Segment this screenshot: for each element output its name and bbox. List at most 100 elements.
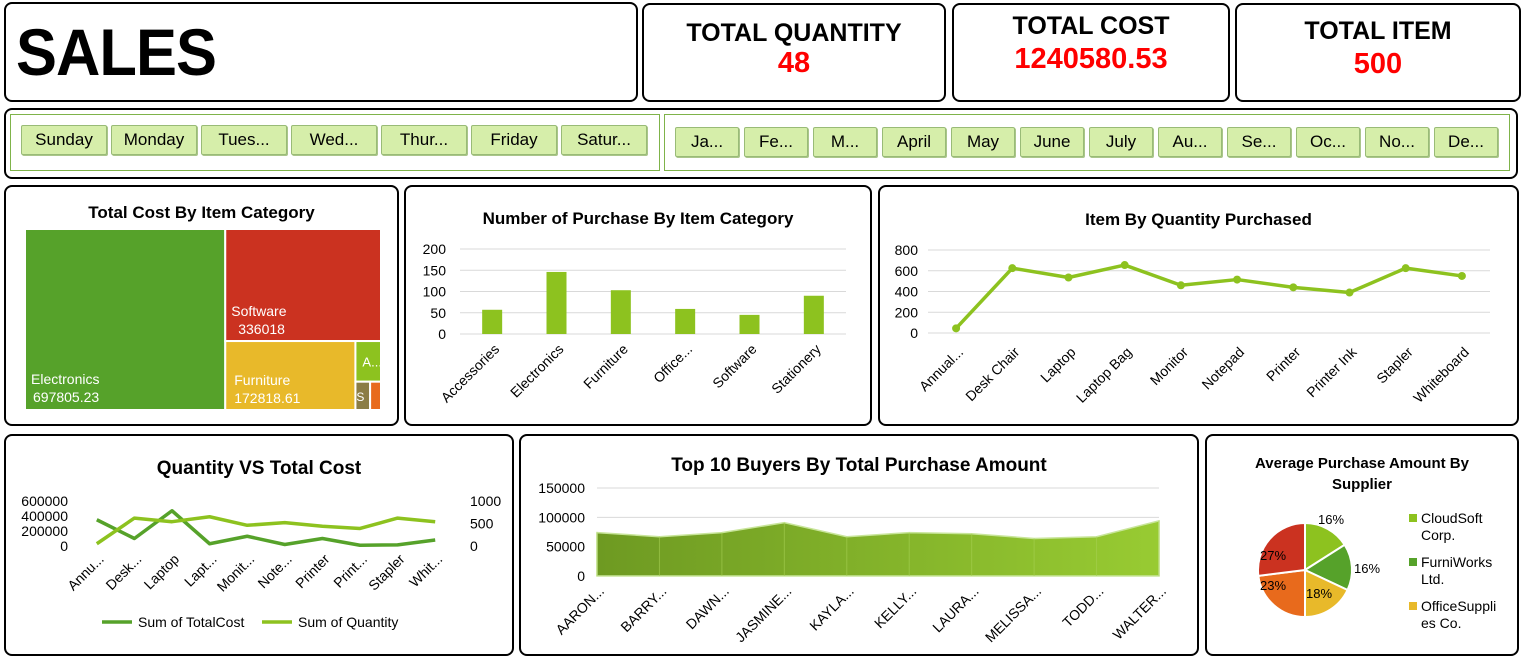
x-tick-label: Desk...	[102, 551, 144, 593]
bar	[739, 314, 760, 334]
y-tick-label: 800	[895, 242, 919, 258]
y-tick-label: 0	[438, 326, 446, 342]
x-tick-label: KAYLA...	[806, 583, 857, 634]
legend-swatch	[1409, 602, 1417, 610]
y-tick-label: 50	[430, 305, 446, 321]
day-slicer-item[interactable]: Tues...	[201, 125, 287, 155]
treemap-label: A...	[362, 354, 382, 369]
legend-label: Sum of TotalCost	[138, 614, 244, 630]
treemap-tile	[369, 380, 382, 411]
month-slicer-item[interactable]: Fe...	[744, 127, 808, 157]
y-tick-label: 100	[423, 284, 447, 300]
bar	[803, 295, 824, 334]
x-tick-label: MELISSA...	[982, 583, 1044, 645]
legend-label: Corp.	[1421, 527, 1455, 543]
pie-chart: 16% 16% 18% 23% 27% CloudSoftCorp. FurniWorksL…	[1257, 510, 1496, 631]
legend-label: CloudSoft	[1421, 510, 1483, 526]
kpi-value: 1240580.53	[1014, 43, 1168, 75]
line-point	[1345, 288, 1354, 297]
y-tick-label: 150	[423, 262, 447, 278]
pie-data-label: 23%	[1260, 578, 1286, 593]
area-series	[596, 519, 1160, 577]
combo-chart: 020000040000060000005001000Annu...Desk..…	[21, 493, 501, 630]
x-tick-label: WALTER...	[1109, 583, 1169, 643]
x-tick-label: Stationery	[768, 341, 824, 397]
x-tick-label: Monitor	[1147, 344, 1192, 389]
day-slicer-item[interactable]: Wed...	[291, 125, 377, 155]
line-point	[1401, 264, 1410, 273]
y-tick-label: 600000	[21, 493, 68, 509]
x-tick-label: BARRY...	[617, 583, 669, 635]
x-tick-label: JASMINE...	[732, 583, 794, 645]
treemap-label: Software	[231, 303, 286, 319]
x-tick-label: Annu...	[64, 551, 107, 594]
x-tick-label: Furniture	[580, 341, 631, 392]
month-slicer-item[interactable]: Au...	[1158, 127, 1222, 157]
month-slicer-item[interactable]: May	[951, 127, 1015, 157]
treemap-label: Furniture	[234, 372, 290, 388]
day-slicer-item[interactable]: Satur...	[561, 125, 647, 155]
line-point	[1120, 261, 1129, 270]
line-point	[1457, 271, 1466, 280]
x-tick-label: DAWN...	[683, 583, 732, 632]
month-slicer-item[interactable]: April	[882, 127, 946, 157]
legend-swatch	[1409, 514, 1417, 522]
kpi-label: TOTAL QUANTITY	[686, 19, 902, 47]
day-slicer-item[interactable]: Monday	[111, 125, 197, 155]
month-slicer-item[interactable]: M...	[813, 127, 877, 157]
x-tick-label: Whit...	[406, 551, 445, 590]
kpi-label: TOTAL COST	[1012, 12, 1170, 40]
month-slicer-item[interactable]: No...	[1365, 127, 1429, 157]
month-slicer-item[interactable]: Ja...	[675, 127, 739, 157]
pie-data-label: 16%	[1318, 512, 1344, 527]
x-tick-label: Printer	[1263, 344, 1304, 385]
x-tick-label: Stapler	[1373, 344, 1416, 387]
month-slicer-item[interactable]: June	[1020, 127, 1084, 157]
month-slicer: Ja... Fe... M... April May June July Au... Se...…	[664, 114, 1510, 171]
month-slicer-item[interactable]: Se...	[1227, 127, 1291, 157]
y-tick-label: 150000	[538, 480, 585, 496]
day-slicer-item[interactable]: Thur...	[381, 125, 467, 155]
day-slicer-item[interactable]: Friday	[471, 125, 557, 155]
y-tick-label: 200000	[21, 523, 68, 539]
legend-label: Ltd.	[1421, 571, 1444, 587]
legend-label: es Co.	[1421, 615, 1461, 631]
kpi-value: 500	[1353, 48, 1403, 80]
pie-chart-panel: Average Purchase Amount By Supplier 16% 1…	[1205, 434, 1519, 656]
slicer-panel: Sunday Monday Tues... Wed... Thur... Friday Sa…	[4, 108, 1518, 179]
line-chart: 0 200 400 600 800 Annual...Desk Chair LaptopLa…	[895, 242, 1490, 406]
line-series	[96, 509, 436, 547]
y2-tick-label: 500	[470, 516, 494, 532]
x-tick-label: Note...	[254, 551, 294, 591]
x-tick-label: Printer Ink	[1303, 343, 1360, 400]
month-slicer-item[interactable]: Oc...	[1296, 127, 1360, 157]
x-tick-label: Print...	[330, 551, 370, 591]
y2-tick-label: 1000	[470, 493, 501, 509]
month-slicer-item[interactable]: July	[1089, 127, 1153, 157]
title-panel: SALES DASHBOARD	[4, 2, 638, 173]
pie-data-label: 16%	[1354, 561, 1380, 576]
combo-chart-panel: Quantity VS Total Cost 0 200000 400000 6000…	[4, 434, 514, 656]
day-slicer-item[interactable]: Sunday	[21, 125, 107, 155]
treemap-chart: Electronics 697805.23 Software 336018 Furnit…	[24, 228, 383, 411]
y-tick-label: 200	[423, 241, 447, 257]
treemap-value: 697805.23	[33, 389, 99, 405]
x-tick-label: Laptop	[1037, 344, 1079, 386]
x-tick-label: Software	[709, 341, 760, 392]
y-tick-label: 100000	[538, 509, 585, 525]
line-point	[1233, 275, 1242, 284]
x-tick-label: Annual...	[916, 344, 966, 394]
y-tick-label: 400	[895, 284, 919, 300]
month-slicer-item[interactable]: De...	[1434, 127, 1498, 157]
x-tick-label: Laptop	[141, 551, 183, 593]
kpi-value: 48	[777, 47, 811, 79]
x-tick-label: KELLY...	[871, 583, 919, 631]
line-point	[1176, 281, 1185, 290]
kpi-total-item: TOTAL ITEM 500	[1235, 3, 1521, 102]
x-tick-label: Monit...	[214, 551, 258, 595]
y-tick-label: 50000	[546, 539, 585, 555]
bar-chart: 0 50 100 150 200 Accessories Electronics Furnit…	[423, 241, 846, 405]
line-point	[952, 324, 961, 333]
x-tick-label: Office...	[650, 341, 695, 386]
y-tick-label: 400000	[21, 508, 68, 524]
